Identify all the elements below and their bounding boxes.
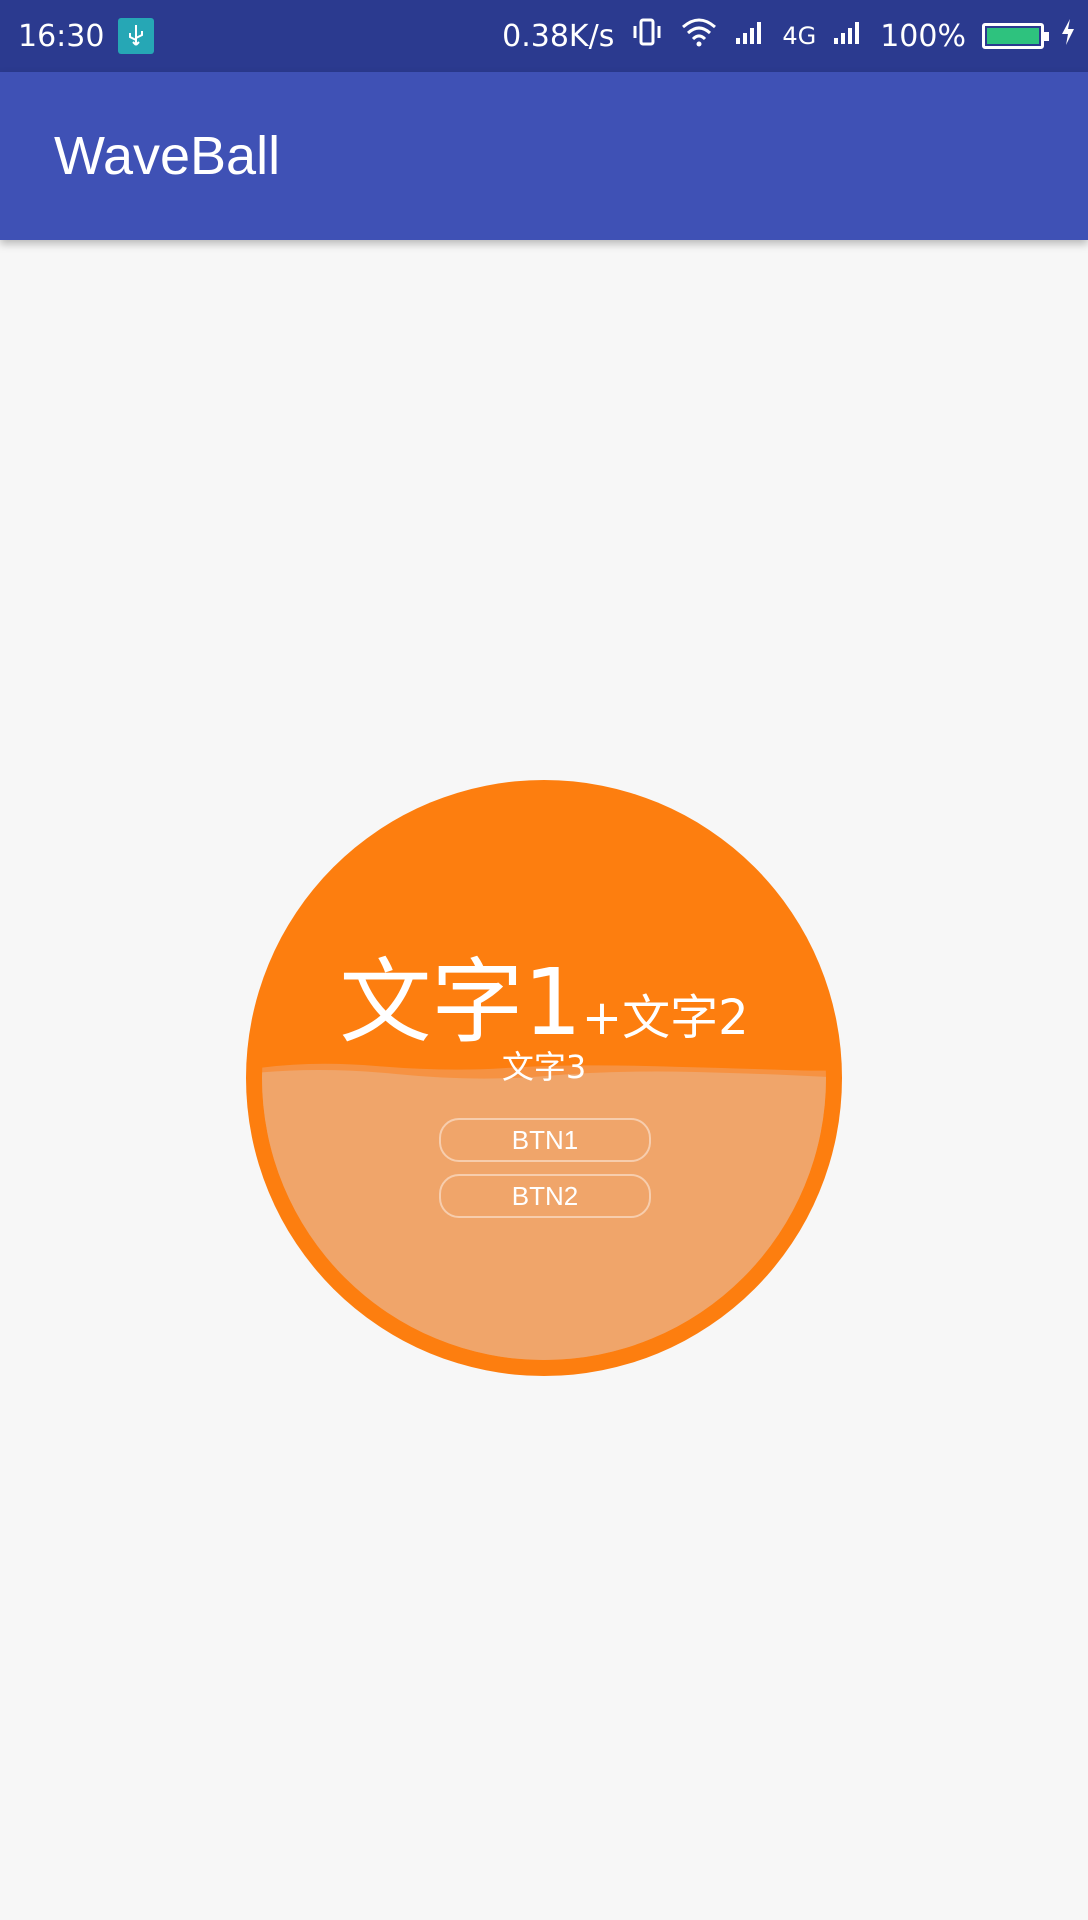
battery-percent: 100% [880,18,966,54]
charging-icon [1060,18,1076,54]
ball-text-2: +文字2 [581,990,749,1046]
battery-icon [982,23,1049,49]
btn1-button[interactable]: BTN1 [439,1118,651,1162]
status-bar: 16:30 0.38K/s 4G 100% [0,0,1088,72]
ball-text-1: 文字1 [339,949,582,1056]
wave-front [262,1070,826,1360]
btn2-button[interactable]: BTN2 [439,1174,651,1218]
battery-tip [1044,32,1049,41]
app-bar: WaveBall [0,72,1088,240]
app-title: WaveBall [54,126,281,186]
wifi-icon [680,17,718,55]
wave-ball[interactable]: 文字1+文字2 文字3 BTN1 BTN2 [246,780,842,1376]
vibrate-icon [630,15,664,57]
usb-icon [118,18,155,54]
net-speed: 0.38K/s [502,18,615,54]
status-right: 0.38K/s 4G 100% [502,0,1076,72]
ball-text-3: 文字3 [501,1048,587,1086]
network-type: 4G [782,22,817,50]
status-time: 16:30 [18,18,105,54]
signal-icon [832,18,864,54]
battery-fill [987,28,1039,44]
status-left: 16:30 [18,0,155,72]
signal-icon [734,18,766,54]
